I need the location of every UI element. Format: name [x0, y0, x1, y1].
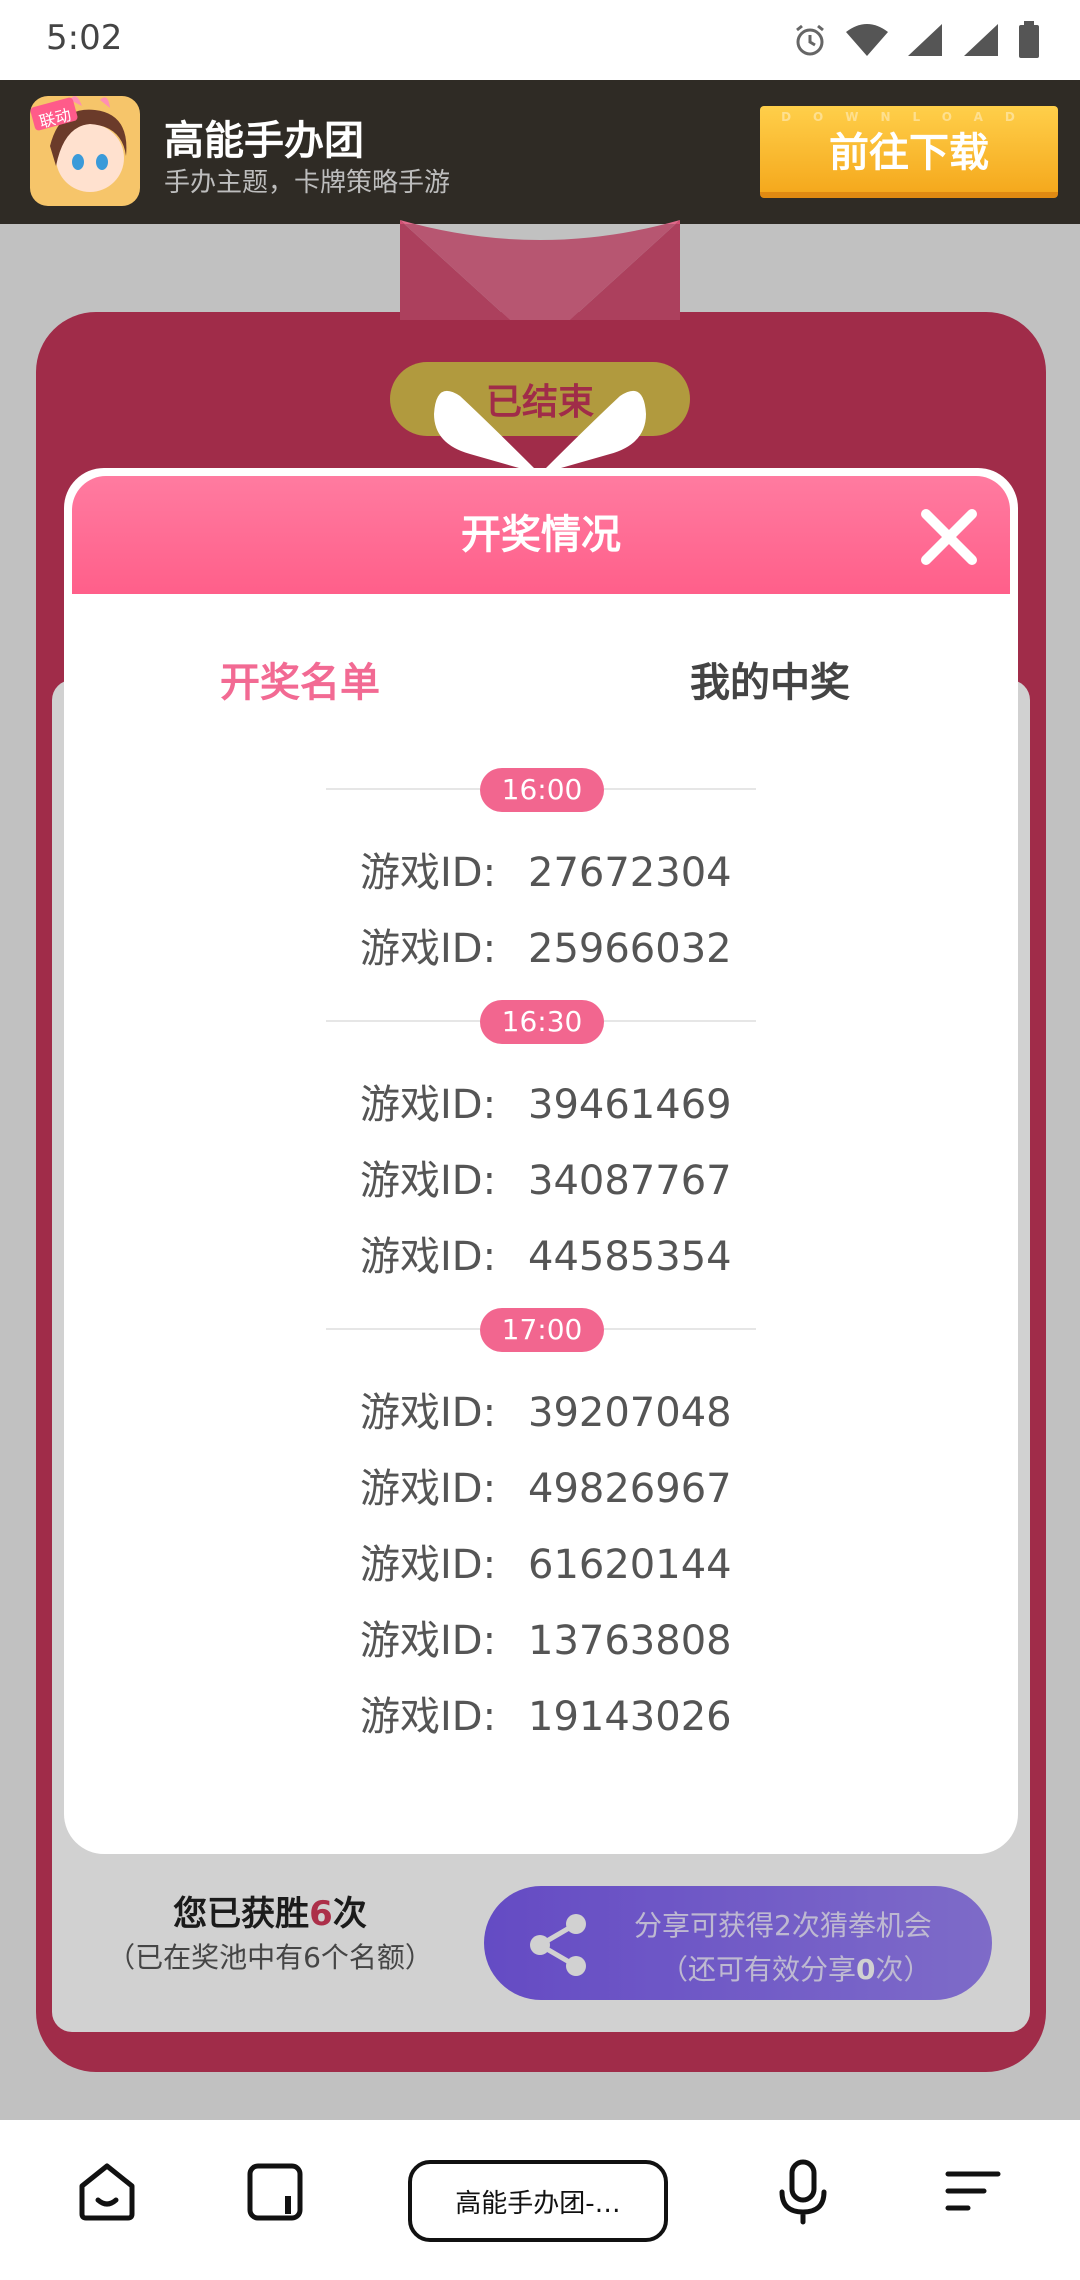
- time-badge: 16:30: [480, 1000, 604, 1044]
- download-word: DOWNLOAD: [781, 110, 1037, 124]
- download-label: 前往下载: [829, 130, 989, 176]
- battery-icon: [1019, 21, 1039, 58]
- mic-icon[interactable]: [768, 2156, 838, 2226]
- time-badge: 17:00: [480, 1308, 604, 1352]
- status-bar: 5:02: [0, 0, 1080, 80]
- ad-banner[interactable]: 联动 高能手办团 手办主题，卡牌策略手游 DOWNLOAD 前往下载: [0, 80, 1080, 224]
- download-button[interactable]: DOWNLOAD 前往下载: [760, 106, 1058, 198]
- home-icon[interactable]: [72, 2156, 142, 2226]
- time-badge: 16:00: [480, 768, 604, 812]
- winner-row: 游戏ID: 13763808: [360, 1618, 732, 1664]
- signal-icon: [964, 24, 998, 56]
- modal-title: 开奖情况: [461, 512, 621, 558]
- url-tab-button[interactable]: 高能手办团-…: [408, 2160, 668, 2242]
- ad-subtitle: 手办主题，卡牌策略手游: [164, 168, 451, 198]
- winner-row: 游戏ID: 19143026: [360, 1694, 732, 1740]
- winner-row: 游戏ID: 34087767: [360, 1158, 732, 1204]
- winner-row: 游戏ID: 27672304: [360, 850, 732, 896]
- winner-row: 游戏ID: 39207048: [360, 1390, 732, 1436]
- close-icon[interactable]: [918, 506, 980, 568]
- time-divider: 17:00: [326, 1304, 756, 1354]
- winner-row: 游戏ID: 61620144: [360, 1542, 732, 1588]
- browser-bottom-bar: 高能手办团-…: [0, 2120, 1080, 2280]
- tab-draw-list[interactable]: 开奖名单: [220, 650, 380, 708]
- winner-row: 游戏ID: 39461469: [360, 1082, 732, 1128]
- alarm-icon: [796, 24, 824, 56]
- status-icons: [792, 20, 1040, 60]
- time-divider: 16:30: [326, 996, 756, 1046]
- modal-header: 开奖情况: [72, 476, 1010, 594]
- bow-decoration: [434, 390, 646, 474]
- winner-row: 游戏ID: 25966032: [360, 926, 732, 972]
- signal-icon: [908, 24, 942, 56]
- wifi-icon: [846, 24, 888, 56]
- winner-row: 游戏ID: 44585354: [360, 1234, 732, 1280]
- ad-title: 高能手办团: [164, 118, 364, 164]
- time-divider: 16:00: [326, 764, 756, 814]
- menu-icon[interactable]: [938, 2156, 1008, 2226]
- tab-my-wins[interactable]: 我的中奖: [690, 650, 850, 708]
- status-time: 5:02: [46, 18, 123, 58]
- winner-row: 游戏ID: 49826967: [360, 1466, 732, 1512]
- tabs-icon[interactable]: [240, 2156, 310, 2226]
- app-logo: 联动: [30, 96, 140, 206]
